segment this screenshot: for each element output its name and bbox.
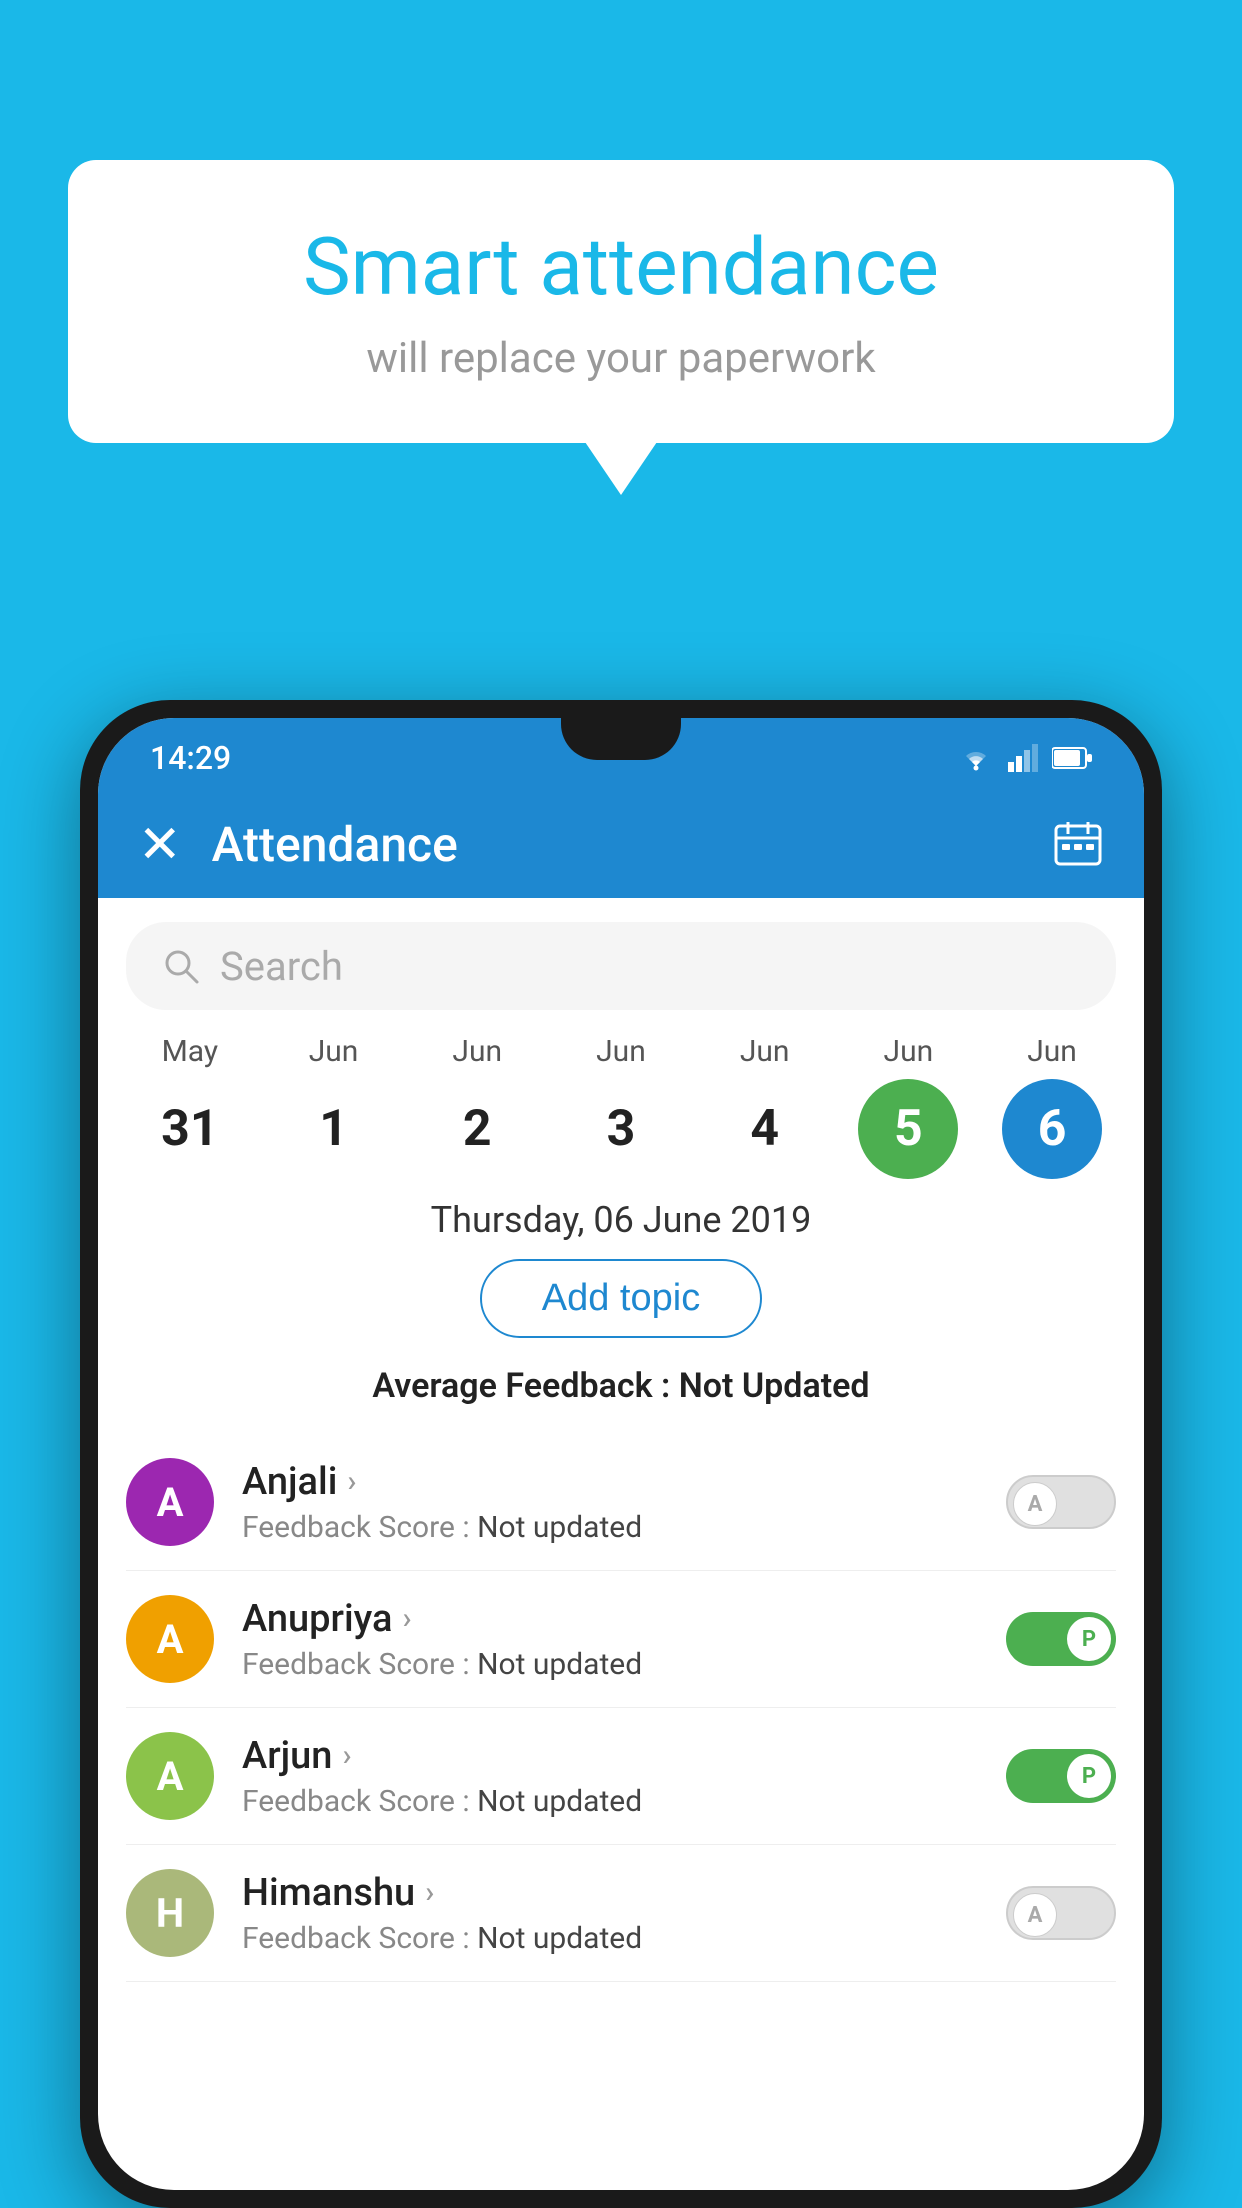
avg-feedback: Average Feedback : Not Updated — [98, 1366, 1144, 1406]
cal-date-number: 2 — [427, 1079, 527, 1179]
calendar-strip: May 31 Jun 1 Jun 2 Jun 3 Jun 4 Jun 5 Jun 6 — [98, 1034, 1144, 1179]
cal-date-number: 6 — [1002, 1079, 1102, 1179]
cal-date-number: 31 — [140, 1079, 240, 1179]
chevron-right-icon: › — [342, 1738, 351, 1773]
app-title: Attendance — [212, 816, 1022, 873]
student-info: Arjun › Feedback Score : Not updated — [242, 1734, 978, 1819]
student-info: Anupriya › Feedback Score : Not updated — [242, 1597, 978, 1682]
status-icons — [958, 744, 1092, 772]
calendar-day[interactable]: Jun 6 — [987, 1034, 1117, 1179]
cal-month-label: Jun — [309, 1034, 359, 1069]
student-feedback: Feedback Score : Not updated — [242, 1921, 978, 1956]
search-bar[interactable]: Search — [126, 922, 1116, 1010]
cal-date-number: 1 — [284, 1079, 384, 1179]
student-feedback: Feedback Score : Not updated — [242, 1510, 978, 1545]
feedback-value: Not updated — [477, 1784, 642, 1819]
attendance-toggle[interactable]: P — [1006, 1612, 1116, 1666]
chevron-right-icon: › — [347, 1464, 356, 1499]
cal-date-number: 5 — [858, 1079, 958, 1179]
avg-feedback-label: Average Feedback : — [372, 1366, 670, 1406]
toggle-knob: A — [1013, 1893, 1057, 1937]
feedback-value: Not updated — [477, 1510, 642, 1545]
avg-feedback-value: Not Updated — [679, 1366, 870, 1406]
student-info: Himanshu › Feedback Score : Not updated — [242, 1871, 978, 1956]
feedback-value: Not updated — [477, 1647, 642, 1682]
student-item: H Himanshu › Feedback Score : Not updated A — [126, 1845, 1116, 1982]
search-icon — [162, 947, 200, 985]
calendar-day[interactable]: May 31 — [125, 1034, 255, 1179]
phone-screen: 14:29 — [98, 718, 1144, 2190]
calendar-day[interactable]: Jun 5 — [843, 1034, 973, 1179]
student-name[interactable]: Arjun › — [242, 1734, 978, 1778]
cal-month-label: Jun — [452, 1034, 502, 1069]
avatar: A — [126, 1732, 214, 1820]
search-placeholder: Search — [220, 943, 343, 990]
calendar-day[interactable]: Jun 2 — [412, 1034, 542, 1179]
avatar: A — [126, 1595, 214, 1683]
wifi-icon — [958, 744, 994, 772]
cal-date-number: 3 — [571, 1079, 671, 1179]
calendar-day[interactable]: Jun 1 — [269, 1034, 399, 1179]
student-name[interactable]: Anupriya › — [242, 1597, 978, 1641]
student-list: AAnjali ›Feedback Score : Not updatedAAA… — [98, 1434, 1144, 1982]
toggle-knob: P — [1067, 1617, 1111, 1661]
cal-month-label: Jun — [884, 1034, 934, 1069]
student-name[interactable]: Anjali › — [242, 1460, 978, 1504]
cal-month-label: Jun — [1027, 1034, 1077, 1069]
chevron-right-icon: › — [425, 1875, 434, 1910]
feedback-value: Not updated — [477, 1921, 642, 1956]
bubble-title: Smart attendance — [148, 220, 1094, 314]
student-item: A Anupriya › Feedback Score : Not updated P — [126, 1571, 1116, 1708]
phone-notch — [561, 718, 681, 760]
cal-month-label: May — [162, 1034, 218, 1069]
toggle-knob: P — [1067, 1754, 1111, 1798]
add-topic-button[interactable]: Add topic — [480, 1259, 762, 1338]
attendance-toggle[interactable]: A — [1006, 1886, 1116, 1940]
student-feedback: Feedback Score : Not updated — [242, 1784, 978, 1819]
cal-month-label: Jun — [596, 1034, 646, 1069]
status-time: 14:29 — [150, 739, 231, 777]
avatar: H — [126, 1869, 214, 1957]
signal-icon — [1008, 744, 1038, 772]
avatar: A — [126, 1458, 214, 1546]
student-feedback: Feedback Score : Not updated — [242, 1647, 978, 1682]
close-button[interactable]: ✕ — [138, 814, 182, 875]
app-bar: ✕ Attendance — [98, 790, 1144, 898]
attendance-toggle[interactable]: P — [1006, 1749, 1116, 1803]
student-name[interactable]: Himanshu › — [242, 1871, 978, 1915]
phone-frame: 14:29 — [80, 700, 1162, 2208]
student-item: A Arjun › Feedback Score : Not updated P — [126, 1708, 1116, 1845]
toggle-knob: A — [1013, 1482, 1057, 1526]
selected-date-label: Thursday, 06 June 2019 — [98, 1199, 1144, 1241]
calendar-icon[interactable] — [1052, 818, 1104, 870]
student-info: Anjali › Feedback Score : Not updated — [242, 1460, 978, 1545]
bubble-subtitle: will replace your paperwork — [148, 334, 1094, 383]
calendar-day[interactable]: Jun 3 — [556, 1034, 686, 1179]
cal-date-number: 4 — [715, 1079, 815, 1179]
chevron-right-icon: › — [402, 1601, 411, 1636]
cal-month-label: Jun — [740, 1034, 790, 1069]
attendance-toggle[interactable]: A — [1006, 1475, 1116, 1529]
calendar-day[interactable]: Jun 4 — [700, 1034, 830, 1179]
speech-bubble: Smart attendance will replace your paper… — [68, 160, 1174, 443]
battery-icon — [1052, 746, 1092, 770]
student-item: A Anjali › Feedback Score : Not updated A — [126, 1434, 1116, 1571]
